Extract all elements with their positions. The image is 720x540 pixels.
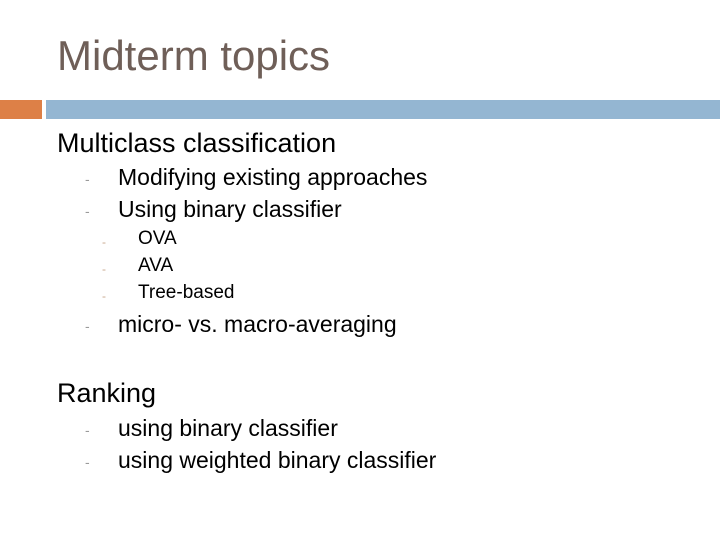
sub-list-item: AVA	[138, 255, 174, 276]
accent-block	[0, 100, 42, 119]
bullet-dash: -	[102, 235, 106, 249]
section-heading: Multiclass classification	[57, 128, 337, 158]
list-item: using weighted binary classifier	[118, 447, 437, 473]
bullet-dash: -	[85, 318, 90, 334]
list-item: Modifying existing approaches	[118, 164, 428, 190]
bullet-dash: -	[85, 171, 90, 187]
title-underline-bar	[46, 100, 720, 119]
list-item: micro- vs. macro-averaging	[118, 311, 397, 337]
slide-title: Midterm topics	[57, 32, 331, 79]
bullet-dash: -	[102, 289, 106, 303]
sub-list-item: Tree-based	[138, 282, 235, 303]
list-item: Using binary classifier	[118, 196, 342, 222]
list-item: using binary classifier	[118, 415, 338, 441]
bullet-dash: -	[85, 454, 90, 470]
bullet-dash: -	[85, 203, 90, 219]
bullet-dash: -	[102, 262, 106, 276]
section-heading: Ranking	[57, 378, 157, 408]
sub-list-item: OVA	[138, 228, 177, 249]
bullet-dash: -	[85, 422, 90, 438]
